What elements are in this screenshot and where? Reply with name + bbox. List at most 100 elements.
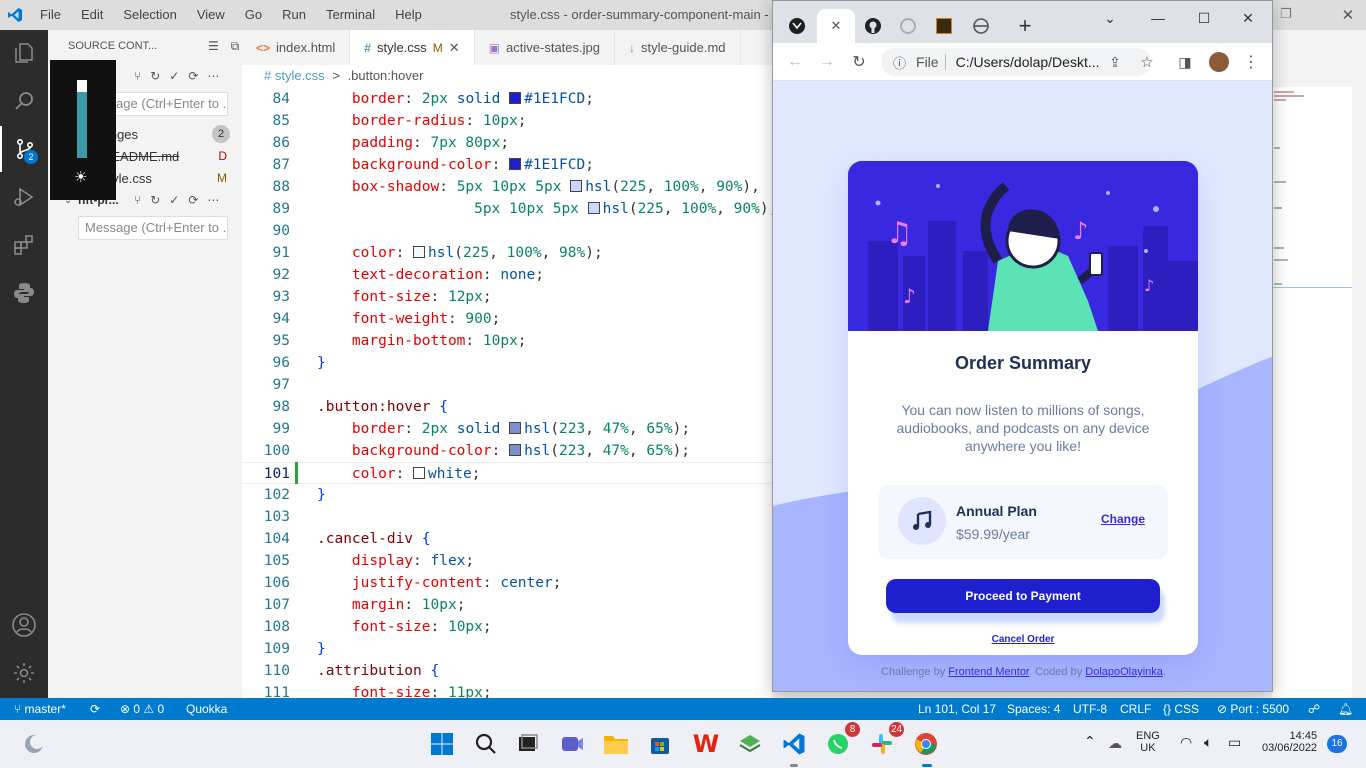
menu-view[interactable]: View: [187, 0, 235, 30]
color-swatch[interactable]: [509, 444, 522, 456]
extensions-icon[interactable]: [0, 222, 48, 268]
wifi-icon[interactable]: ◠: [1180, 734, 1192, 751]
explorer-icon[interactable]: [0, 30, 48, 76]
profile-avatar[interactable]: [1209, 52, 1229, 72]
commit-check-icon[interactable]: ✓: [169, 69, 179, 83]
minimap[interactable]: [1272, 87, 1352, 698]
slider-thumb[interactable]: [77, 80, 87, 92]
info-icon[interactable]: ⓘ: [893, 53, 906, 72]
image-tab-icon[interactable]: [933, 9, 955, 43]
weather-widget-icon[interactable]: [18, 728, 50, 760]
menu-edit[interactable]: Edit: [71, 0, 113, 30]
color-swatch[interactable]: [509, 92, 522, 104]
notifications-bell-icon[interactable]: 🔔︎: [1338, 698, 1353, 720]
settings-gear-icon[interactable]: [0, 650, 48, 696]
battery-icon[interactable]: ▭: [1228, 734, 1241, 751]
indentation-status[interactable]: Spaces: 4: [1007, 698, 1060, 720]
close-icon[interactable]: ✕: [1233, 7, 1263, 29]
change-plan-link[interactable]: Change: [1101, 512, 1145, 526]
forward-arrow-icon[interactable]: →: [815, 51, 839, 73]
globe-tab-icon[interactable]: [969, 9, 993, 43]
view-as-tree-icon[interactable]: ☰: [208, 39, 219, 54]
menu-run[interactable]: Run: [272, 0, 316, 30]
back-arrow-icon[interactable]: ←: [783, 51, 807, 73]
tab-index-html[interactable]: <> index.html: [242, 30, 351, 65]
clock[interactable]: 14:45 03/06/2022: [1262, 730, 1317, 754]
proceed-to-payment-button[interactable]: Proceed to Payment: [886, 579, 1160, 613]
slack-icon[interactable]: 24: [866, 722, 904, 760]
chrome-taskbar-icon[interactable]: [910, 728, 942, 760]
encoding-status[interactable]: UTF-8: [1073, 698, 1107, 720]
refresh-icon[interactable]: ↻: [150, 69, 160, 83]
second-commit-message-input[interactable]: Message (Ctrl+Enter to ...: [78, 216, 228, 240]
tab-style-css[interactable]: # style.css M ✕: [350, 30, 475, 65]
tab-active-states[interactable]: ▣ active-states.jpg: [475, 30, 615, 65]
onedrive-cloud-icon[interactable]: ☁: [1108, 735, 1122, 752]
breadcrumb-symbol[interactable]: .button:hover: [348, 68, 424, 83]
minimize-icon[interactable]: —: [1143, 7, 1173, 29]
search-icon[interactable]: [470, 728, 502, 760]
sync-status-icon[interactable]: ⟳: [90, 698, 100, 720]
sync-icon[interactable]: ⟳: [188, 193, 198, 207]
commit-check-icon[interactable]: ✓: [169, 193, 179, 207]
active-browser-tab[interactable]: ✕: [817, 9, 855, 43]
quokka-status[interactable]: Quokka: [186, 698, 227, 720]
tab-favicon-icon[interactable]: [785, 9, 809, 43]
maximize-icon[interactable]: ☐: [1189, 7, 1219, 29]
language-status[interactable]: {} CSS: [1163, 698, 1199, 720]
breadcrumb-file[interactable]: # style.css: [264, 68, 325, 83]
run-debug-icon[interactable]: [0, 174, 48, 220]
problems-status[interactable]: ⊗ 0 ⚠ 0: [120, 698, 164, 720]
color-swatch[interactable]: [509, 158, 522, 170]
author-link[interactable]: DolapoOlayinka: [1085, 666, 1163, 678]
vscode-taskbar-icon[interactable]: [778, 728, 810, 760]
feedback-icon[interactable]: ☍: [1308, 698, 1320, 720]
bookmark-star-icon[interactable]: ☆: [1135, 51, 1159, 73]
cursor-position[interactable]: Ln 101, Col 17: [918, 698, 996, 720]
task-view-icon[interactable]: [512, 728, 544, 760]
cancel-order-link[interactable]: Cancel Order: [848, 634, 1198, 645]
close-window-icon[interactable]: ✕: [1342, 6, 1355, 24]
menu-file[interactable]: File: [30, 0, 71, 30]
loading-tab-icon[interactable]: [895, 9, 921, 43]
start-windows-icon[interactable]: [426, 728, 458, 760]
microsoft-store-icon[interactable]: [644, 728, 676, 760]
github-tab-icon[interactable]: [861, 9, 885, 43]
menu-terminal[interactable]: Terminal: [316, 0, 385, 30]
branch-icon[interactable]: ⑂: [134, 69, 141, 83]
tab-search-chevron-icon[interactable]: ⌄: [1095, 7, 1125, 29]
branch-status[interactable]: ⑂ master*: [14, 698, 66, 720]
color-swatch[interactable]: [413, 246, 426, 258]
collapse-icon[interactable]: ⧉: [231, 39, 240, 54]
reload-icon[interactable]: ↻: [847, 51, 871, 73]
whatsapp-icon[interactable]: 8: [822, 722, 860, 760]
side-panel-icon[interactable]: ◨: [1173, 51, 1197, 73]
layers-app-icon[interactable]: [734, 728, 766, 760]
color-swatch[interactable]: [570, 180, 583, 192]
source-control-icon[interactable]: 2: [0, 126, 48, 172]
share-icon[interactable]: ⇪: [1103, 51, 1127, 73]
python-icon[interactable]: [0, 270, 48, 316]
notification-count-badge[interactable]: 16: [1327, 735, 1347, 753]
brightness-slider[interactable]: [77, 80, 87, 158]
close-tab-icon[interactable]: ✕: [449, 40, 460, 56]
menu-go[interactable]: Go: [235, 0, 272, 30]
color-swatch[interactable]: [509, 422, 522, 434]
accounts-icon[interactable]: [0, 602, 48, 648]
wps-office-icon[interactable]: W: [690, 728, 722, 760]
color-swatch[interactable]: [587, 202, 600, 214]
menu-help[interactable]: Help: [385, 0, 432, 30]
chrome-menu-icon[interactable]: ⋮: [1239, 51, 1263, 73]
code-editor[interactable]: 84 border: 2px solid #1E1FCD; 85 border-…: [242, 87, 772, 698]
refresh-icon[interactable]: ↻: [150, 193, 160, 207]
live-server-port[interactable]: ⊘ Port : 5500: [1217, 698, 1289, 720]
color-swatch[interactable]: [413, 467, 426, 479]
volume-icon[interactable]: 🔈︎: [1204, 734, 1212, 751]
close-tab-icon[interactable]: ✕: [831, 18, 842, 34]
language-indicator[interactable]: ENG UK: [1136, 730, 1160, 754]
file-explorer-icon[interactable]: [600, 728, 632, 760]
repo-more-icon[interactable]: ⋯: [207, 69, 219, 83]
eol-status[interactable]: CRLF: [1120, 698, 1151, 720]
tab-style-guide[interactable]: ↓ style-guide.md: [615, 30, 741, 65]
branch-icon[interactable]: ⑂: [134, 193, 141, 207]
